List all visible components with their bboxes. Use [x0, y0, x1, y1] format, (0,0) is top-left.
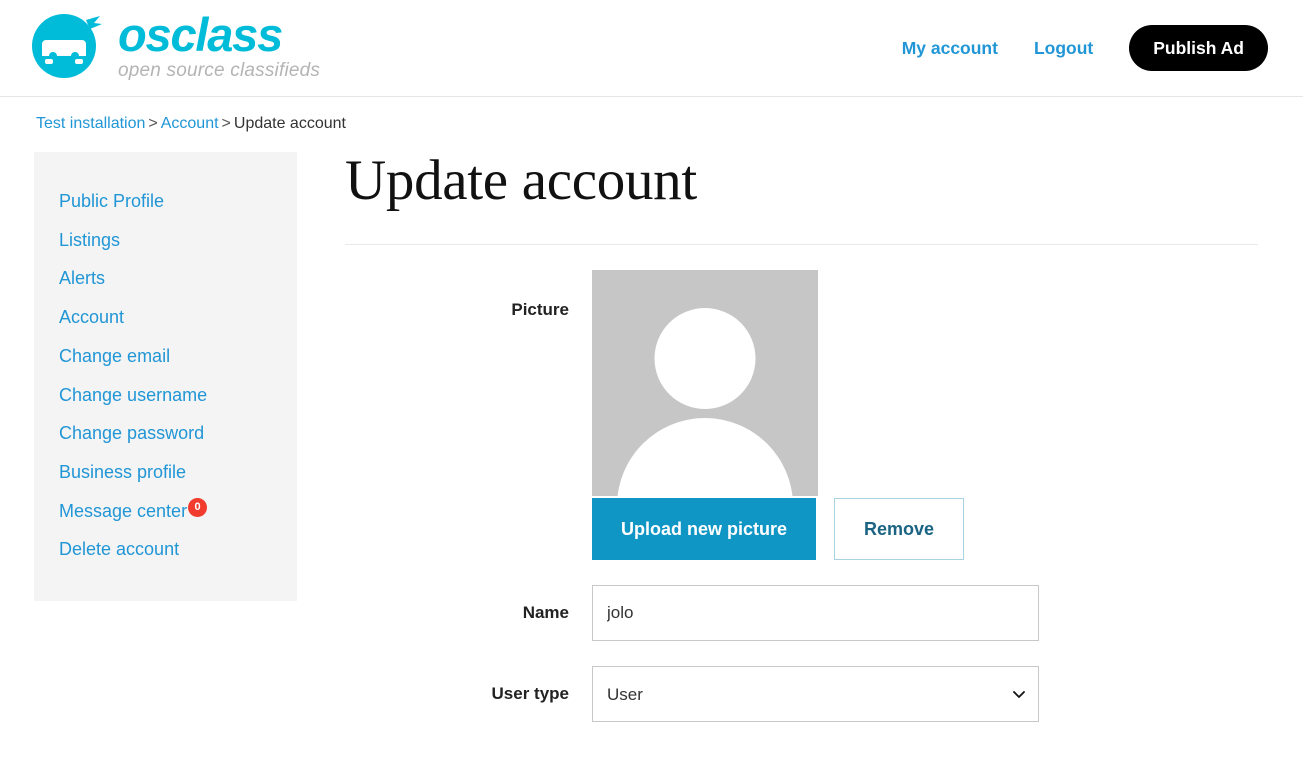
breadcrumb-separator: > [221, 115, 231, 132]
brand-tagline: open source classifieds [118, 59, 321, 81]
osclass-car-logo-icon [28, 6, 104, 82]
brand-name: osclass [118, 7, 283, 61]
user-type-label: User type [491, 684, 569, 704]
avatar-head-shape [654, 308, 756, 410]
user-type-field-wrap: User [592, 666, 1258, 723]
message-count-badge: 0 [188, 497, 208, 517]
user-placeholder-avatar-icon [592, 270, 818, 497]
sidebar-item-change-password[interactable]: Change password [34, 414, 297, 453]
name-label: Name [522, 603, 569, 623]
nav-logout[interactable]: Logout [1034, 38, 1093, 59]
form-row-user-type: User type User [345, 666, 1258, 723]
sidebar-item-label: Delete account [59, 539, 180, 560]
picture-actions: Upload new picture Remove [592, 498, 1258, 561]
sidebar-item-label: Message center [59, 500, 188, 521]
sidebar-item-account[interactable]: Account [34, 298, 297, 337]
sidebar-item-label: Public Profile [59, 191, 165, 211]
sidebar-item-public-profile[interactable]: Public Profile [34, 182, 297, 221]
page-body: Public Profile Listings Alerts Account C… [0, 132, 1303, 723]
account-sidebar: Public Profile Listings Alerts Account C… [34, 152, 297, 602]
remove-picture-button[interactable]: Remove [834, 498, 965, 561]
sidebar-item-label: Change username [59, 384, 208, 405]
sidebar-item-label: Change password [59, 423, 205, 444]
breadcrumb-separator: > [148, 115, 158, 132]
title-divider [345, 244, 1258, 246]
main-content: Update account Picture Upload new pictur… [297, 149, 1303, 723]
sidebar-item-delete-account[interactable]: Delete account [34, 530, 297, 569]
sidebar-item-message-center[interactable]: Message center 0 [34, 492, 297, 531]
upload-new-picture-button[interactable]: Upload new picture [592, 498, 817, 561]
brand-wordmark: osclass open source classifieds [118, 9, 320, 80]
sidebar-item-listings[interactable]: Listings [34, 221, 297, 260]
site-header: osclass open source classifieds My accou… [0, 0, 1303, 97]
header-nav: My account Logout Publish Ad [902, 0, 1268, 96]
user-type-select[interactable]: User [592, 666, 1039, 723]
name-input[interactable] [592, 585, 1039, 642]
sidebar-item-alerts[interactable]: Alerts [34, 259, 297, 298]
breadcrumb: Test installation > Account > Update account [0, 97, 1303, 132]
sidebar-item-label: Account [59, 307, 125, 328]
breadcrumb-item-account[interactable]: Account [161, 115, 219, 132]
sidebar-item-change-username[interactable]: Change username [34, 376, 297, 415]
nav-my-account[interactable]: My account [902, 38, 998, 59]
sidebar-item-business-profile[interactable]: Business profile [34, 453, 297, 492]
sidebar-item-label: Change email [59, 345, 171, 366]
site-logo[interactable]: osclass open source classifieds [28, 6, 320, 82]
form-row-name: Name [345, 585, 1258, 642]
user-type-select-wrap: User [592, 666, 1039, 723]
sidebar-item-label: Alerts [59, 268, 106, 289]
page-title: Update account [345, 149, 697, 212]
form-row-picture: Picture Upload new picture Remove [345, 270, 1258, 561]
breadcrumb-item-test-installation[interactable]: Test installation [36, 115, 145, 132]
sidebar-item-label: Listings [59, 229, 121, 250]
picture-label: Picture [511, 300, 569, 320]
avatar-body-shape [617, 418, 793, 497]
sidebar-item-change-email[interactable]: Change email [34, 337, 297, 376]
sidebar-item-label: Business profile [59, 461, 187, 482]
picture-field: Upload new picture Remove [592, 270, 1258, 561]
breadcrumb-item-current: Update account [233, 115, 346, 132]
name-field-wrap [592, 585, 1258, 642]
publish-ad-button[interactable]: Publish Ad [1129, 25, 1268, 71]
